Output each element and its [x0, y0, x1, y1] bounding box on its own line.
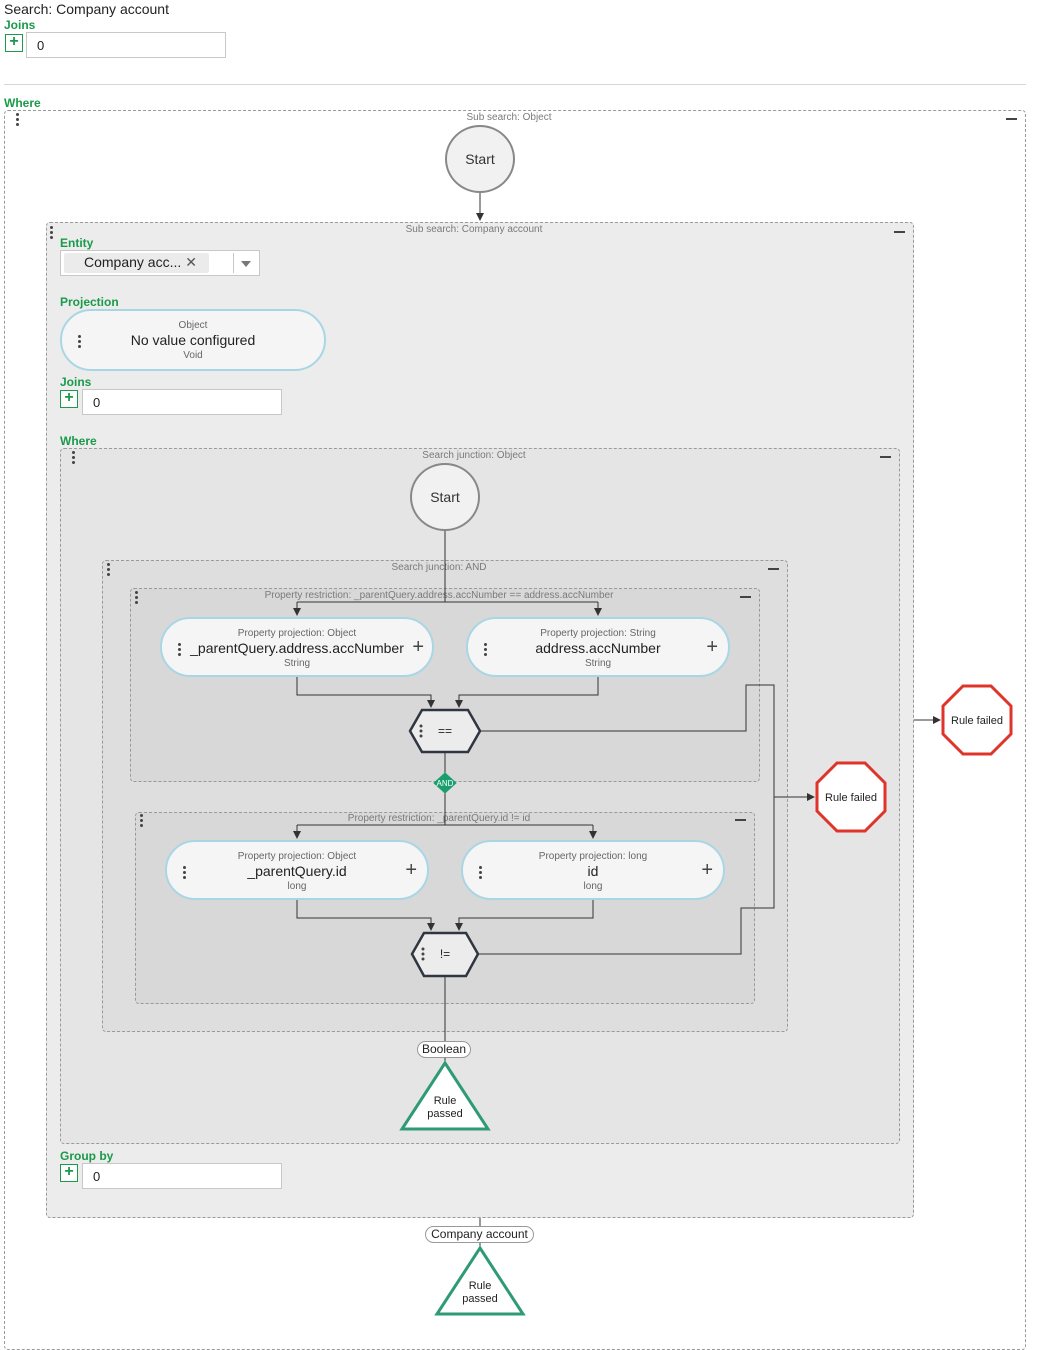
eq-operator-label: == [438, 724, 452, 738]
outer-rule-failed-node: Rule failed [941, 684, 1013, 756]
diagram-connectors: == != AND Rule failed Rule failed Rule p… [293, 193, 1013, 1316]
inner-rule-passed-line2: passed [427, 1108, 462, 1120]
outer-rule-passed-line1: Rule [469, 1280, 492, 1292]
inner-rule-passed-line1: Rule [434, 1095, 457, 1107]
and-node: AND [433, 772, 457, 794]
ne-operator-node: != [410, 931, 480, 978]
ne-operator-label: != [440, 947, 450, 961]
outer-rule-failed-label: Rule failed [951, 715, 1003, 727]
and-label: AND [437, 779, 454, 788]
outer-rule-passed-node: Rule passed [434, 1245, 526, 1316]
inner-rule-passed-node: Rule passed [399, 1060, 491, 1131]
outer-rule-passed-line2: passed [462, 1293, 497, 1305]
inner-rule-failed-label: Rule failed [825, 792, 877, 804]
inner-rule-failed-node: Rule failed [815, 761, 887, 833]
eq-operator-node: == [408, 708, 482, 754]
